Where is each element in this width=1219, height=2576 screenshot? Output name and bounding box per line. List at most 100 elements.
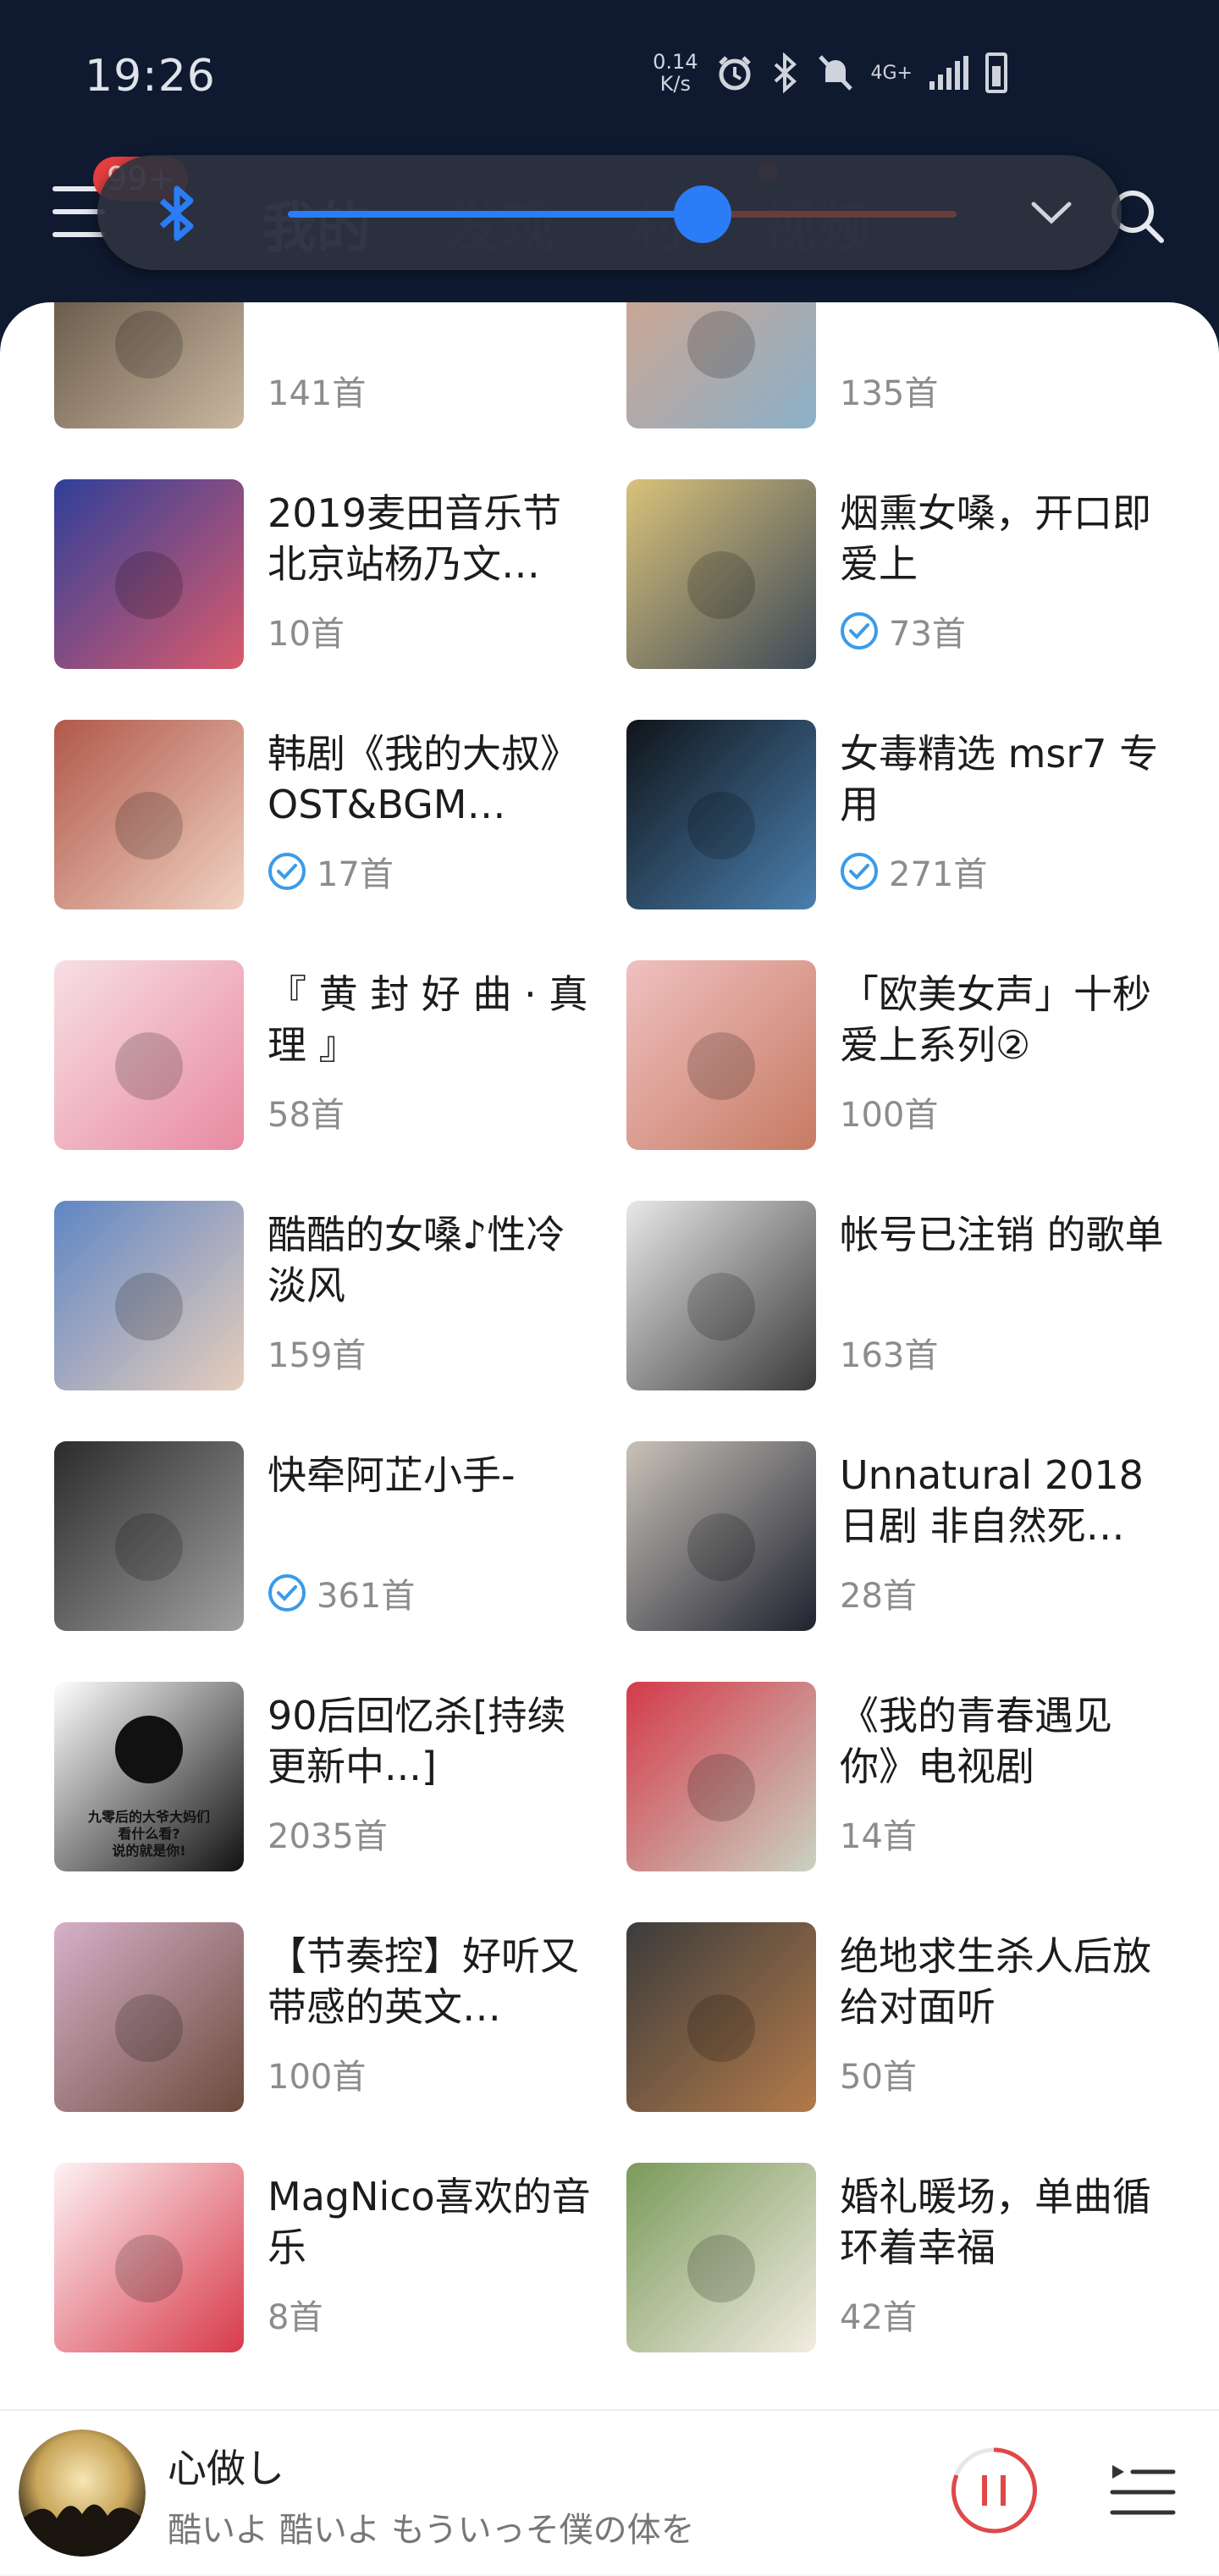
playlist-cover[interactable]: [626, 2163, 816, 2352]
volume-slider-fill: [288, 211, 703, 218]
status-time: 19:26: [85, 51, 216, 102]
playlist-card[interactable]: 2019麦田音乐节北京站杨乃文… 10首: [54, 479, 613, 674]
bluetooth-icon: [159, 185, 194, 241]
cover-figure: [687, 311, 755, 379]
net-speed-value: 0.14: [653, 50, 698, 74]
bluetooth-icon: [774, 53, 797, 93]
playlist-cover[interactable]: [54, 960, 244, 1150]
playlist-card[interactable]: 【节奏控】好听又带感的英文… 100首: [54, 1922, 613, 2117]
cover-caption-line: 看什么看?: [118, 1826, 180, 1842]
playlist-cover[interactable]: [54, 479, 244, 669]
playlist-title: 韩剧《我的大叔》OST&BGM…: [268, 731, 579, 827]
net-speed: 0.14 K/s: [653, 51, 698, 95]
now-playing-title: 心做し: [168, 2446, 284, 2491]
playlist-meta: 141首: [268, 366, 366, 415]
net-speed-unit: K/s: [659, 72, 691, 96]
playlist-track-count: 271首: [889, 855, 988, 894]
pause-button[interactable]: [948, 2445, 1040, 2536]
playlist-title: 《我的青春遇见你》电视剧: [840, 1693, 1112, 1789]
volume-slider[interactable]: [288, 185, 957, 243]
verified-check-icon: [841, 612, 878, 650]
mini-player[interactable]: 心做し 酷いよ 酷いよ もういっそ僕の体を: [0, 2409, 1219, 2576]
playlist-card[interactable]: 位才华横溢的…135首: [626, 302, 1185, 434]
playlist-cover[interactable]: [626, 302, 816, 428]
playlist-card[interactable]: 靈魂141首: [54, 302, 613, 434]
playlist-meta: 8首: [268, 2290, 323, 2339]
playlist-card[interactable]: 帐号已注销 的歌单 163首: [626, 1201, 1185, 1396]
playlist-title: 2019麦田音乐节北京站杨乃文…: [268, 490, 562, 587]
battery-icon: [985, 53, 1007, 93]
chevron-down-icon[interactable]: [1030, 191, 1073, 233]
playlist-meta: 100首: [840, 1087, 938, 1136]
playlist-cover[interactable]: [626, 1201, 816, 1390]
playlist-meta: 159首: [268, 1328, 366, 1377]
playlist-title: 『 黄 封 好 曲 · 真 理 』: [268, 971, 588, 1068]
playlist-card[interactable]: 《我的青春遇见你》电视剧 14首: [626, 1682, 1185, 1877]
playlist-cover[interactable]: [54, 1922, 244, 2112]
playlist-track-count: 135首: [840, 374, 939, 413]
playlist-meta: 73首: [840, 606, 966, 655]
cover-figure: [115, 1994, 183, 2063]
cover-figure: [687, 1994, 755, 2063]
playlist-track-count: 28首: [840, 1577, 917, 1616]
playlist-card[interactable]: 婚礼暖场，单曲循环着幸福 42首: [626, 2163, 1185, 2358]
playlist-cover[interactable]: [54, 302, 244, 428]
playlist-meta: 28首: [840, 1568, 917, 1617]
playlist-track-count: 163首: [840, 1336, 939, 1375]
cover-figure: [115, 1716, 183, 1784]
status-bar: 19:26 0.14 K/s 4G+: [0, 0, 1219, 152]
album-art[interactable]: [19, 2430, 146, 2557]
playlist-title: 绝地求生杀人后放给对面听: [840, 1933, 1151, 2030]
cover-figure: [687, 792, 755, 860]
playlist-cover[interactable]: [54, 1201, 244, 1390]
playlist-card[interactable]: 烟熏女嗓，开口即爱上 73首: [626, 479, 1185, 674]
playlist-card[interactable]: 快牵阿芷小手- 361首: [54, 1441, 613, 1636]
playlist-meta: 163首: [840, 1328, 938, 1377]
playlist-card[interactable]: 「欧美女声」十秒爱上系列② 100首: [626, 960, 1185, 1155]
cover-figure: [687, 1273, 755, 1341]
playlist-card[interactable]: 绝地求生杀人后放给对面听 50首: [626, 1922, 1185, 2117]
playlist-cover[interactable]: [54, 720, 244, 909]
playlist-cover[interactable]: [626, 960, 816, 1150]
bluetooth-volume-overlay: [97, 155, 1122, 270]
volume-slider-handle[interactable]: [673, 185, 731, 243]
cover-figure: [687, 1754, 755, 1822]
network-label: 4G+: [870, 62, 913, 84]
playlist-meta: 50首: [840, 2049, 917, 2098]
playlist-card[interactable]: 女毒精选 msr7 专用 271首: [626, 720, 1185, 915]
playlist-title: 烟熏女嗓，开口即爱上: [840, 490, 1151, 587]
playlist-card[interactable]: 酷酷的女嗓♪性冷淡风 159首: [54, 1201, 613, 1396]
playlist-cover[interactable]: [626, 1922, 816, 2112]
playlist-title: 「欧美女声」十秒爱上系列②: [840, 971, 1151, 1068]
playlist-card[interactable]: 『 黄 封 好 曲 · 真 理 』 58首: [54, 960, 613, 1155]
playlist-meta: 100首: [268, 2049, 366, 2098]
cover-figure: [115, 2235, 183, 2303]
playlist-title: 90后回忆杀[持续更新中...]: [268, 1693, 566, 1789]
cover-figure: [115, 1273, 183, 1341]
playlist-cover[interactable]: [54, 2163, 244, 2352]
playlist-title: 婚礼暖场，单曲循环着幸福: [840, 2174, 1151, 2270]
playlist-card[interactable]: MagNico喜欢的音乐 8首: [54, 2163, 613, 2358]
playlist-cover[interactable]: [54, 1441, 244, 1631]
playlist-card[interactable]: Unnatural 2018 日剧 非自然死… 28首: [626, 1441, 1185, 1636]
cover-figure: [115, 311, 183, 379]
playlist-track-count: 8首: [268, 2298, 323, 2337]
playlist-cover[interactable]: 九零后的大爷大妈们 看什么看? 说的就是你!: [54, 1682, 244, 1871]
playlist-cover[interactable]: [626, 1682, 816, 1871]
playlist-meta: 10首: [268, 606, 345, 655]
playlist-cover[interactable]: [626, 720, 816, 909]
playlist-cover[interactable]: [626, 479, 816, 669]
playlist-title: Unnatural 2018 日剧 非自然死…: [840, 1452, 1144, 1549]
playlist-card[interactable]: 九零后的大爷大妈们 看什么看? 说的就是你! 90后回忆杀[持续更新中...] 2035…: [54, 1682, 613, 1877]
playlist-icon[interactable]: [1109, 2460, 1177, 2524]
playlist-card[interactable]: 韩剧《我的大叔》OST&BGM… 17首: [54, 720, 613, 915]
playlist-cover[interactable]: [626, 1441, 816, 1631]
playlist-track-count: 141首: [268, 374, 367, 413]
playlist-track-count: 10首: [268, 615, 345, 654]
cover-figure: [687, 1513, 755, 1582]
signal-icon: [929, 56, 968, 90]
playlist-meta: 14首: [840, 1809, 917, 1858]
playlist-meta: 17首: [268, 847, 394, 896]
playlist-title: 女毒精选 msr7 专用: [840, 731, 1159, 827]
status-icons: 0.14 K/s 4G+: [653, 51, 1007, 95]
